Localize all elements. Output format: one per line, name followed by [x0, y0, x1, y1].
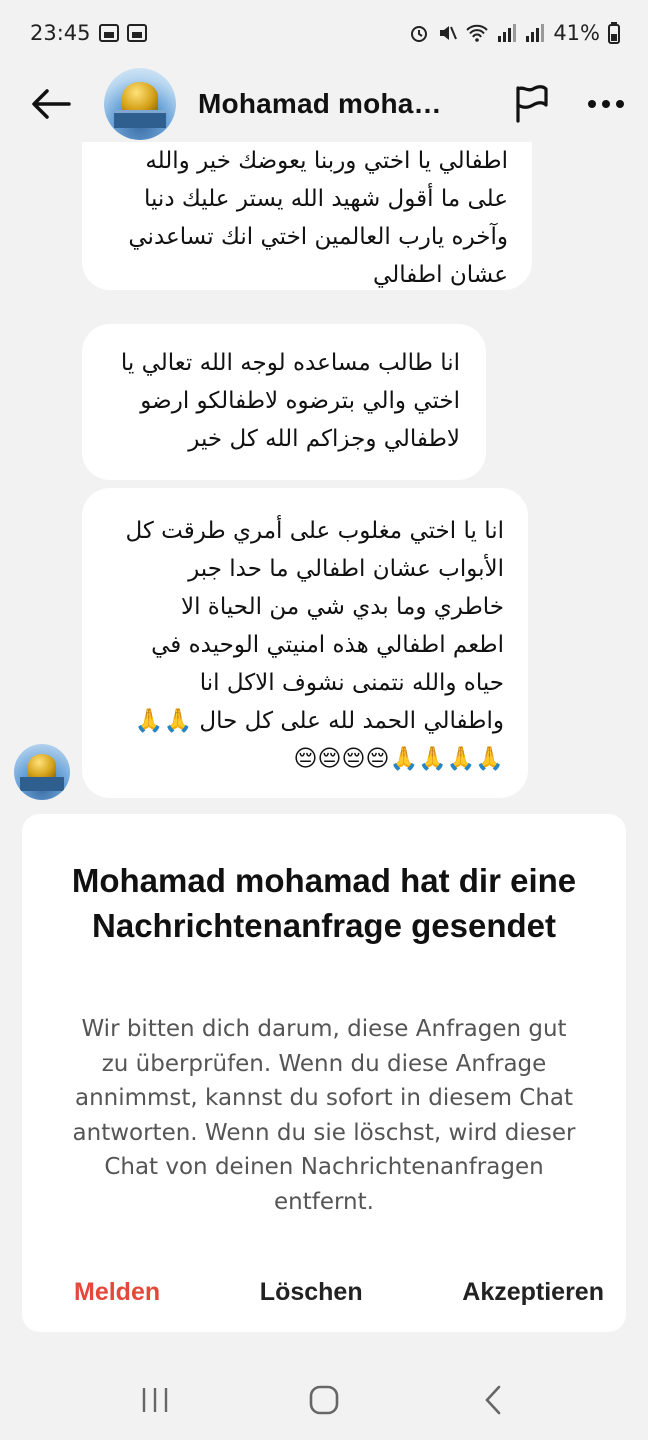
chat-header: Mohamad moha… — [0, 66, 648, 142]
message-text: انا يا اختي مغلوب على أمري طرقت كل الأبو… — [125, 518, 504, 772]
report-flag-button[interactable] — [510, 82, 554, 126]
back-button[interactable] — [26, 79, 76, 129]
image-notification-icon — [126, 24, 147, 42]
home-button[interactable] — [294, 1375, 354, 1425]
contact-avatar[interactable] — [104, 68, 176, 140]
message-bubble[interactable]: اطفالي يا اختي وربنا يعوضك خير والله على… — [82, 142, 532, 290]
status-right: 41% — [409, 21, 620, 45]
alarm-icon — [411, 26, 428, 42]
report-button[interactable]: Melden — [74, 1278, 160, 1307]
signal-icon-2 — [526, 24, 545, 42]
accept-button[interactable]: Akzeptieren — [462, 1278, 604, 1307]
message-list[interactable]: اطفالي يا اختي وربنا يعوضك خير والله على… — [0, 142, 648, 812]
mute-icon — [440, 26, 458, 40]
flag-icon — [516, 85, 548, 123]
building-image — [114, 110, 166, 128]
message-bubble[interactable]: انا طالب مساعده لوجه الله تعالي يا اختي … — [82, 324, 486, 480]
dome-image — [28, 754, 56, 778]
recent-apps-icon — [142, 1388, 167, 1412]
back-nav-button[interactable] — [463, 1375, 523, 1425]
dome-image — [122, 82, 158, 112]
sender-avatar[interactable] — [14, 744, 70, 800]
building-image — [20, 777, 64, 791]
message-text: انا طالب مساعده لوجه الله تعالي يا اختي … — [120, 350, 460, 452]
header-actions — [510, 82, 628, 126]
message-request-card: Mohamad mohamad hat dir eine Nachrichten… — [22, 814, 626, 1332]
request-title: Mohamad mohamad hat dir eine Nachrichten… — [71, 862, 577, 944]
status-bar: 23:45 41% — [0, 0, 648, 66]
chevron-left-icon — [485, 1385, 501, 1415]
home-icon — [309, 1385, 339, 1415]
message-bubble[interactable]: انا يا اختي مغلوب على أمري طرقت كل الأبو… — [82, 488, 528, 798]
signal-icon-1 — [498, 24, 517, 42]
contact-name[interactable]: Mohamad moha… — [198, 88, 500, 120]
delete-button[interactable]: Löschen — [260, 1278, 363, 1307]
status-left: 23:45 — [30, 21, 147, 45]
battery-icon — [608, 22, 620, 44]
request-description: Wir bitten dich darum, diese Anfragen gu… — [72, 1016, 576, 1215]
more-options-button[interactable] — [584, 82, 628, 126]
battery-percent: 41% — [553, 21, 600, 45]
more-icon — [588, 100, 624, 108]
back-arrow-icon — [32, 89, 71, 119]
status-time: 23:45 — [30, 21, 91, 45]
wifi-icon — [466, 24, 489, 42]
request-actions: Melden Löschen Akzeptieren — [22, 1272, 626, 1312]
home-notification-icon — [98, 24, 119, 42]
system-navigation-bar — [0, 1360, 648, 1440]
message-text: اطفالي يا اختي وربنا يعوضك خير والله على… — [128, 148, 508, 288]
recent-apps-button[interactable] — [125, 1375, 185, 1425]
